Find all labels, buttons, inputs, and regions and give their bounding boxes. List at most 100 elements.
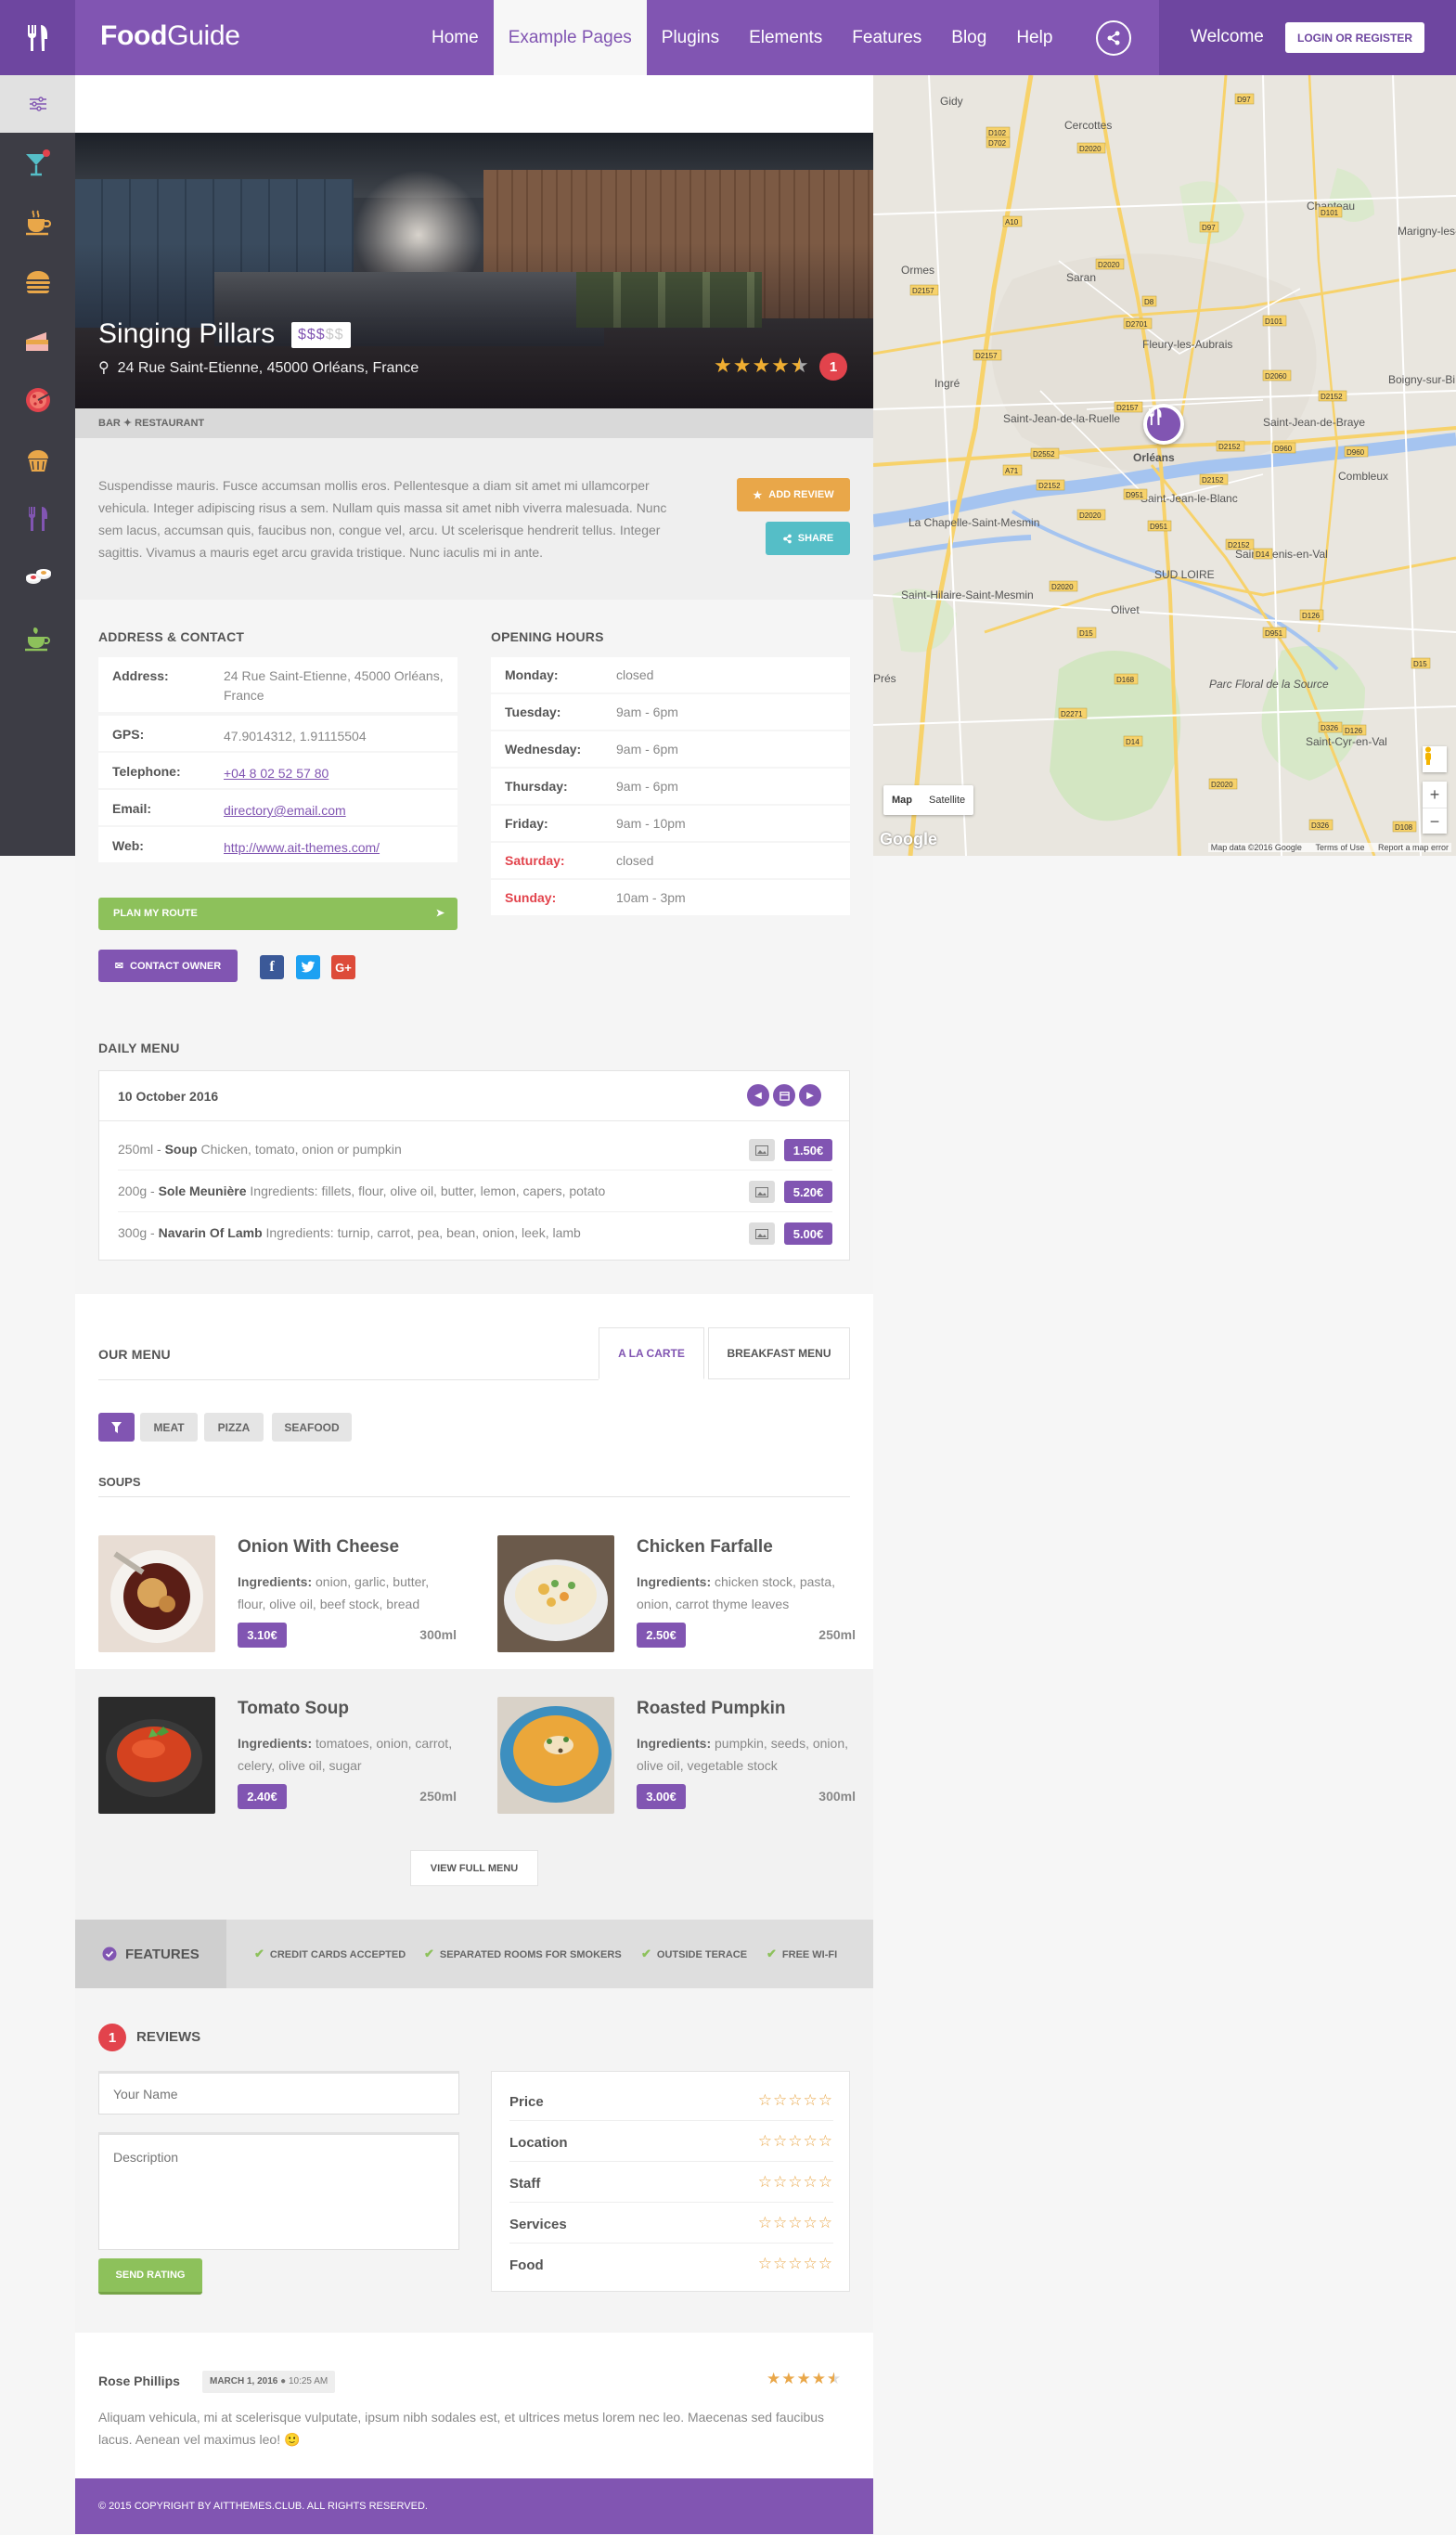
street-view-pegman[interactable] [1423,746,1447,772]
calendar-button[interactable] [773,1084,795,1106]
location-map[interactable]: Gidy Cercottes Chanteau Marigny-les- Orm… [873,75,1456,856]
dish-ingredients: Ingredients: pumpkin, seeds, onion, oliv… [637,1732,856,1777]
features-bar: FEATURES ✔ CREDIT CARDS ACCEPTED ✔ SEPARAT… [75,1920,873,1988]
contact-owner-button[interactable]: ✉ CONTACT OWNER [98,950,238,982]
nav-elements[interactable]: Elements [734,0,837,75]
contact-label: Email: [112,801,152,816]
map-town-label: Combleux [1338,470,1388,483]
review-count-badge[interactable]: 1 [819,353,847,381]
view-full-menu-button[interactable]: VIEW FULL MENU [410,1850,538,1886]
svg-text:D15: D15 [1413,660,1427,668]
image-icon[interactable] [749,1139,775,1161]
filter-meat[interactable]: MEAT [140,1413,198,1442]
category-cake[interactable] [0,311,75,370]
dish-photo[interactable] [497,1535,614,1652]
hours-row-friday: Friday: 9am - 10pm [491,806,850,841]
send-rating-button[interactable]: SEND RATING [98,2258,202,2295]
plan-route-button[interactable]: PLAN MY ROUTE ➤ [98,898,457,930]
menu-category-title: SOUPS [98,1475,141,1489]
nav-home[interactable]: Home [417,0,494,75]
menu-dish: Roasted Pumpkin Ingredients: pumpkin, se… [497,1697,856,1814]
next-day-button[interactable]: ▶ [799,1084,821,1106]
category-pizza[interactable] [0,370,75,430]
daily-menu-item-text: 300g - Navarin Of Lamb Ingredients: turn… [118,1225,581,1240]
brand-name[interactable]: FoodGuide [100,20,240,52]
svg-text:D2020: D2020 [1079,511,1102,520]
category-coffee[interactable] [0,192,75,252]
nav-blog[interactable]: Blog [936,0,1001,75]
nav-plugins[interactable]: Plugins [647,0,734,75]
sidebar-toggle-button[interactable] [0,75,75,133]
daily-menu-item-name: Sole Meunière [158,1183,247,1198]
filter-all-button[interactable] [98,1413,135,1442]
map-type-map[interactable]: Map [883,785,921,815]
image-icon[interactable] [749,1181,775,1203]
report-map-error-link[interactable]: Report a map error [1378,843,1449,852]
map-road-label: D2152 [1318,390,1347,402]
facebook-icon[interactable]: f [260,955,284,979]
nav-help[interactable]: Help [1001,0,1067,75]
google-plus-icon[interactable]: G+ [331,955,355,979]
map-road-label: D15 [1411,657,1431,669]
map-road-label: A10 [1002,215,1023,227]
telephone-link[interactable]: +04 8 02 52 57 80 [224,764,446,783]
share-button[interactable]: SHARE [766,522,850,555]
rating-stars-input[interactable]: ☆☆☆☆☆ [758,2132,833,2151]
email-link[interactable]: directory@email.com [224,801,446,821]
rating-stars-input[interactable]: ☆☆☆☆☆ [758,2173,833,2192]
review-name-input[interactable] [98,2071,459,2115]
dish-name[interactable]: Onion With Cheese [238,1537,399,1558]
filter-seafood[interactable]: SEAFOOD [272,1413,352,1442]
daily-menu-item-qty: 300g - [118,1225,159,1240]
rating-row-food: Food ☆☆☆☆☆ [509,2244,833,2284]
daily-menu-item-desc: Ingredients: turnip, carrot, pea, bean, … [262,1225,581,1240]
twitter-icon[interactable] [296,955,320,979]
nav-features[interactable]: Features [837,0,936,75]
login-register-button[interactable]: LOGIN OR REGISTER [1285,22,1424,53]
dish-photo[interactable] [497,1697,614,1814]
add-review-button[interactable]: ★ ADD REVIEW [737,478,850,511]
terms-of-use-link[interactable]: Terms of Use [1315,843,1364,852]
check-circle-icon [102,1947,117,1961]
tab-breakfast-menu[interactable]: BREAKFAST MENU [708,1327,850,1379]
category-burger[interactable] [0,252,75,311]
image-icon[interactable] [749,1222,775,1245]
rating-row-services: Services ☆☆☆☆☆ [509,2203,833,2244]
review-description-input[interactable] [98,2132,459,2250]
category-muffin[interactable] [0,430,75,489]
nav-example-pages[interactable]: Example Pages [493,0,647,75]
logo[interactable] [0,0,75,75]
svg-text:D168: D168 [1116,676,1135,684]
rating-stars-input[interactable]: ☆☆☆☆☆ [758,2255,833,2273]
category-cocktail[interactable] [0,133,75,192]
category-sushi[interactable] [0,549,75,608]
website-link[interactable]: http://www.ait-themes.com/ [224,838,446,858]
category-restaurant[interactable] [0,489,75,549]
svg-text:D2020: D2020 [1079,145,1102,153]
dish-photo[interactable] [98,1535,215,1652]
dish-name[interactable]: Tomato Soup [238,1699,349,1719]
map-type-satellite[interactable]: Satellite [921,785,973,815]
filter-pizza[interactable]: PIZZA [204,1413,264,1442]
zoom-in-button[interactable]: + [1423,782,1447,808]
dish-photo[interactable] [98,1697,215,1814]
map-canvas[interactable]: Gidy Cercottes Chanteau Marigny-les- Orm… [873,75,1456,856]
footer-link[interactable]: AITTHEMES.CLUB [213,2501,302,2512]
review-date: MARCH 1, 2016 ● 10:25 AM [202,2371,336,2393]
svg-text:D2152: D2152 [1202,476,1224,485]
rating-stars-input[interactable]: ☆☆☆☆☆ [758,2214,833,2232]
listing-categories[interactable]: BAR ✦ RESTAURANT [75,408,873,438]
zoom-out-button[interactable]: − [1423,808,1447,834]
map-road-label: D126 [1299,609,1324,621]
tab-a-la-carte[interactable]: A LA CARTE [599,1327,704,1379]
header-share-button[interactable] [1067,0,1160,75]
dish-name[interactable]: Chicken Farfalle [637,1537,773,1558]
prev-day-button[interactable]: ◀ [747,1084,769,1106]
listing-address-text: 24 Rue Saint-Etienne, 45000 Orléans, Fra… [117,360,419,376]
map-marker[interactable] [1143,404,1184,445]
map-road-label: D101 [1318,206,1343,218]
daily-menu-item-price: 5.00€ [784,1222,832,1245]
rating-stars-input[interactable]: ☆☆☆☆☆ [758,2091,833,2110]
dish-name[interactable]: Roasted Pumpkin [637,1699,785,1719]
category-tea[interactable] [0,608,75,667]
